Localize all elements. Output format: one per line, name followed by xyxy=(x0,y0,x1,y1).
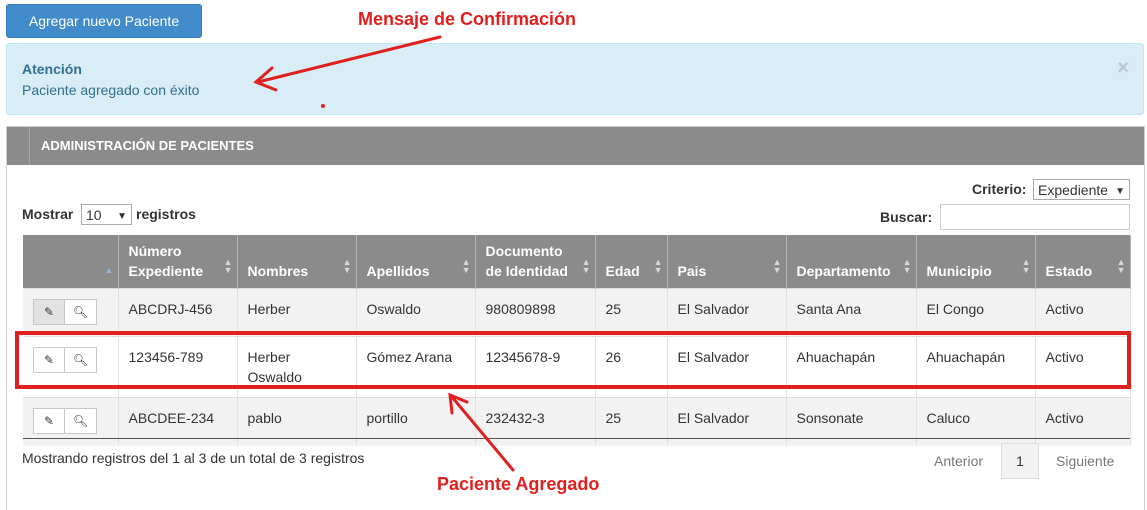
arrow-to-alert xyxy=(256,35,442,84)
annotation-arrows xyxy=(253,35,515,472)
arrow-to-row xyxy=(450,395,515,472)
